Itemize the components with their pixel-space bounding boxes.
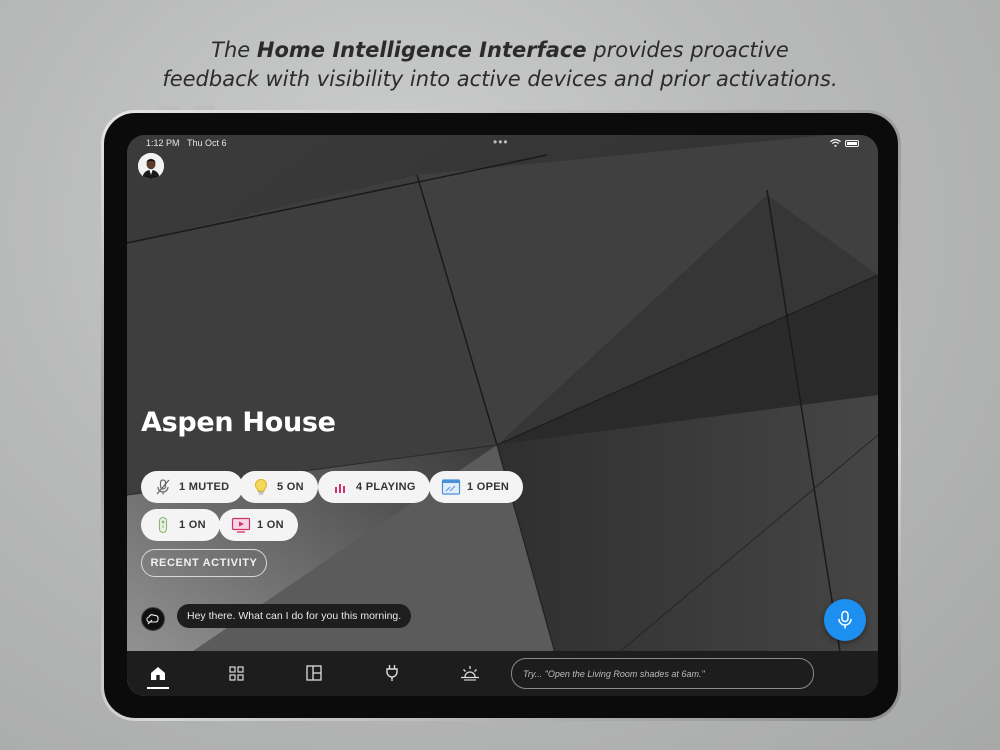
headline-line-1: The Home Intelligence Interface provides… <box>211 38 789 62</box>
chip-muted[interactable]: 1 MUTED <box>141 471 244 503</box>
tablet-device: 1:12 PM Thu Oct 6 ••• Aspen House 1 MUTE… <box>101 110 901 721</box>
tab-devices[interactable] <box>380 661 404 685</box>
chip-tv[interactable]: 1 ON <box>219 509 298 541</box>
assistant-logo-icon <box>146 614 159 625</box>
tab-home[interactable] <box>146 661 170 685</box>
status-bar: 1:12 PM Thu Oct 6 ••• <box>127 135 878 153</box>
avatar[interactable] <box>138 153 164 179</box>
house-title: Aspen House <box>141 407 336 438</box>
home-icon <box>151 666 165 680</box>
grid-icon <box>228 665 244 681</box>
shades-icon <box>441 477 461 497</box>
headline-bold: Home Intelligence Interface <box>256 38 587 62</box>
headline: The Home Intelligence Interface provides… <box>0 36 1000 94</box>
chip-label: 1 MUTED <box>179 481 230 493</box>
voice-mic-button[interactable] <box>824 599 866 641</box>
chip-playing[interactable]: 4 PLAYING <box>318 471 430 503</box>
chip-remote[interactable]: 1 ON <box>141 509 220 541</box>
plug-icon <box>386 665 398 681</box>
recent-activity-button[interactable]: RECENT ACTIVITY <box>141 549 267 577</box>
assistant-avatar <box>141 607 165 631</box>
chip-lights[interactable]: 5 ON <box>239 471 318 503</box>
floorplan-icon <box>306 665 322 681</box>
chip-label: 1 ON <box>179 519 206 531</box>
lightbulb-icon <box>251 477 271 497</box>
tab-rooms[interactable] <box>224 661 248 685</box>
assistant-message: Hey there. What can I do for you this mo… <box>177 604 412 628</box>
chip-label: 4 PLAYING <box>356 481 416 493</box>
screen: 1:12 PM Thu Oct 6 ••• Aspen House 1 MUTE… <box>127 135 878 696</box>
command-input[interactable]: Try... "Open the Living Room shades at 6… <box>511 658 814 689</box>
chip-shades[interactable]: 1 OPEN <box>429 471 524 503</box>
tab-scenes[interactable] <box>458 661 482 685</box>
tv-icon <box>231 515 251 535</box>
tablet-bezel: 1:12 PM Thu Oct 6 ••• Aspen House 1 MUTE… <box>104 113 898 718</box>
tab-floorplan[interactable] <box>302 661 326 685</box>
multitask-dots[interactable]: ••• <box>493 135 509 149</box>
status-time: 1:12 PM Thu Oct 6 <box>146 138 227 148</box>
remote-icon <box>153 515 173 535</box>
chip-label: 1 OPEN <box>467 481 510 493</box>
wifi-icon <box>830 139 841 147</box>
bottom-tab-bar: Try... "Open the Living Room shades at 6… <box>127 651 878 696</box>
chip-label: 1 ON <box>257 519 284 531</box>
battery-icon <box>845 140 859 147</box>
microphone-icon <box>838 610 852 629</box>
headline-line-2: feedback with visibility into active dev… <box>162 67 838 91</box>
sunrise-icon <box>461 666 479 681</box>
equalizer-icon <box>330 477 350 497</box>
active-tab-indicator <box>147 687 169 689</box>
mic-muted-icon <box>153 477 173 497</box>
chip-label: 5 ON <box>277 481 304 493</box>
user-portrait-icon <box>138 153 164 179</box>
